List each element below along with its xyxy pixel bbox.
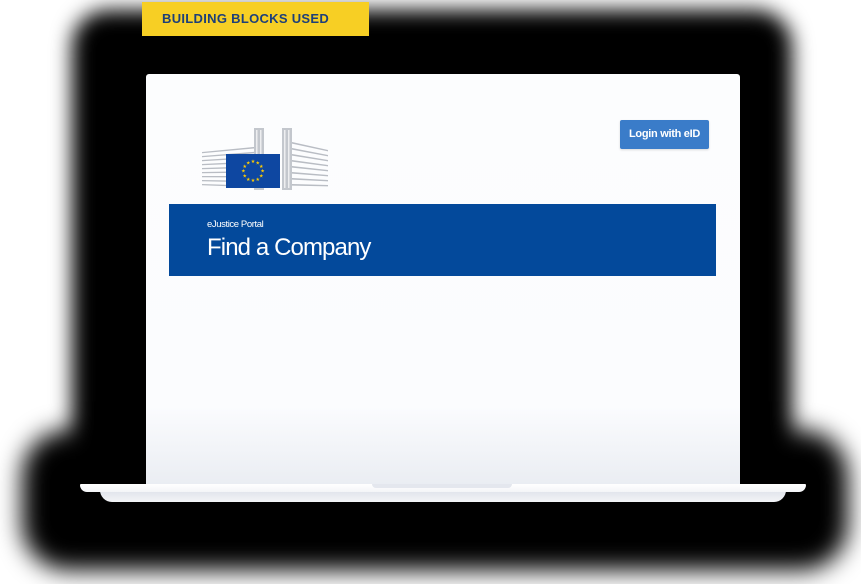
laptop-mockup: BUILDING BLOCKS USED Login with eID ★ ★ …: [0, 0, 861, 584]
svg-text:★: ★: [251, 178, 256, 184]
laptop-screen: Login with eID ★ ★ ★ ★ ★ ★ ★ ★ ★ ★ ★ ★ e…: [146, 74, 740, 490]
building-blocks-badge: BUILDING BLOCKS USED: [142, 2, 369, 36]
login-with-eid-button[interactable]: Login with eID: [620, 120, 709, 149]
page-title: Find a Company: [207, 234, 371, 261]
laptop-base-notch: [372, 484, 512, 488]
banner-subtitle: eJustice Portal: [207, 219, 264, 230]
european-commission-logo-icon: ★ ★ ★ ★ ★ ★ ★ ★ ★ ★ ★ ★: [202, 128, 328, 190]
svg-text:★: ★: [256, 177, 261, 183]
portal-banner: eJustice Portal Find a Company: [169, 204, 716, 276]
svg-text:★: ★: [246, 160, 251, 166]
laptop-base: [80, 484, 806, 504]
